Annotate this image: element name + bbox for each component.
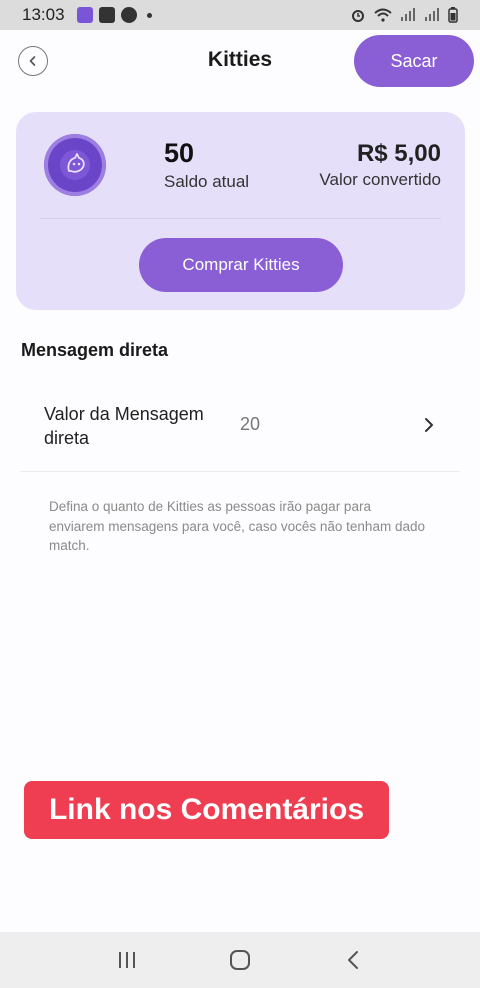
divider (40, 218, 441, 219)
status-bar: 13:03 (0, 0, 480, 30)
converted-label: Valor convertido (319, 170, 441, 189)
recents-button[interactable] (107, 940, 147, 980)
balance-card: 50 Saldo atual R$ 5,00 Valor convertido … (16, 112, 465, 310)
chevron-right-icon (425, 418, 433, 432)
home-icon (229, 950, 250, 970)
help-text: Defina o quanto de Kitties as pessoas ir… (49, 499, 425, 553)
section-title: Mensagem direta (21, 340, 169, 360)
balance-label: Saldo atual (164, 172, 250, 191)
navigation-bar (0, 932, 480, 988)
back-nav-icon (348, 951, 359, 969)
buy-kitties-button[interactable]: Comprar Kitties (139, 238, 343, 292)
battery-icon (448, 7, 458, 23)
direct-message-price-row[interactable]: Valor da Mensagem direta 20 (20, 392, 460, 472)
alarm-icon (352, 10, 364, 22)
recents-icon (118, 952, 135, 968)
circle-app-icon (120, 7, 137, 23)
back-nav-button[interactable] (333, 940, 373, 980)
gallery-icon (98, 7, 115, 23)
home-button[interactable] (220, 940, 260, 980)
signal-icon (425, 8, 439, 21)
status-time: 13:03 (22, 5, 65, 24)
status-right (350, 7, 458, 23)
balance-value: 50 (164, 138, 195, 168)
wifi-icon (374, 8, 392, 22)
app-icon (76, 7, 93, 23)
kitty-coin-icon (44, 134, 106, 196)
converted-value: R$ 5,00 (356, 140, 441, 167)
row-label: Valor da Mensagem direta (44, 404, 204, 448)
app-header: Kitties Sacar (0, 30, 480, 92)
row-value: 20 (240, 414, 261, 434)
notification-dot (146, 12, 152, 18)
promo-banner: Link nos Comentários (24, 781, 389, 839)
withdraw-button[interactable]: Sacar (354, 35, 474, 87)
status-left: 13:03 (22, 5, 152, 25)
signal-icon (401, 8, 415, 21)
